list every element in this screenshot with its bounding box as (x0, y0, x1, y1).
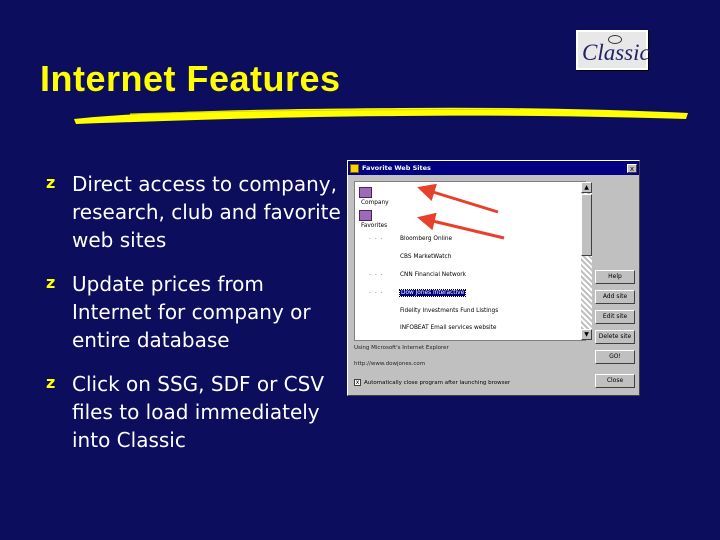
folder-company[interactable]: Company (361, 200, 389, 206)
folder-icon (359, 210, 372, 221)
url-info: http://www.dowjones.com (354, 361, 426, 367)
scroll-down-icon[interactable]: ▼ (581, 329, 592, 340)
app-icon (350, 163, 359, 173)
tree-dots: · · · (369, 290, 384, 297)
bullet-marker-icon: z (46, 273, 56, 292)
classic-logo: Classic (576, 30, 650, 70)
bullet-marker-icon: z (46, 373, 56, 392)
slide-title: Internet Features (40, 58, 341, 99)
list-item[interactable]: Fidelity Investments Fund Listings (400, 308, 498, 314)
folder-favorites[interactable]: Favorites (361, 223, 387, 229)
scroll-thumb[interactable] (581, 194, 592, 256)
bullet-text: Direct access to company, research, club… (72, 172, 341, 252)
edit-site-button[interactable]: Edit site (595, 310, 635, 324)
list-scrollbar[interactable]: ▲ ▼ (581, 182, 592, 340)
list-item[interactable]: CNN Financial Network (400, 272, 466, 278)
browser-info: Using Microsoft's Internet Explorer (354, 345, 449, 351)
tree-dots: · · · (369, 236, 384, 243)
folder-icon (359, 187, 372, 198)
close-dialog-button[interactable]: Close (595, 374, 635, 388)
bullet-marker-icon: z (46, 173, 56, 192)
help-button[interactable]: Help (595, 270, 635, 284)
bullet-list: z Direct access to company, research, cl… (46, 170, 346, 470)
list-item[interactable]: CBS MarketWatch (400, 254, 451, 260)
auto-close-label: Automatically close program after launch… (364, 379, 511, 386)
list-item[interactable]: INFOBEAT Email services website (400, 325, 497, 331)
arrow-to-favorites (417, 212, 505, 240)
auto-close-option[interactable]: x Automatically close program after laun… (354, 379, 510, 386)
bullet-text: Click on SSG, SDF or CSV files to load i… (72, 372, 325, 452)
arrow-to-company (417, 183, 499, 214)
tree-dots: · · · (369, 272, 384, 279)
go-button[interactable]: GO! (595, 350, 635, 364)
bullet-item: z Update prices from Internet for compan… (46, 270, 346, 354)
dialog-title: Favorite Web Sites (362, 164, 431, 172)
add-site-button[interactable]: Add site (595, 290, 635, 304)
bullet-item: z Direct access to company, research, cl… (46, 170, 346, 254)
bullet-text: Update prices from Internet for company … (72, 272, 311, 352)
close-button[interactable]: x (627, 163, 637, 173)
bullet-item: z Click on SSG, SDF or CSV files to load… (46, 370, 346, 454)
pointer-arrows (417, 183, 505, 240)
title-underline-brush (74, 107, 688, 124)
delete-site-button[interactable]: Delete site (595, 330, 635, 344)
list-item-selected[interactable]: Dow Jones Interactive (398, 289, 467, 297)
dialog-titlebar[interactable]: Favorite Web Sites x (348, 161, 639, 175)
scroll-up-icon[interactable]: ▲ (581, 182, 592, 193)
auto-close-checkbox[interactable]: x (354, 379, 361, 386)
